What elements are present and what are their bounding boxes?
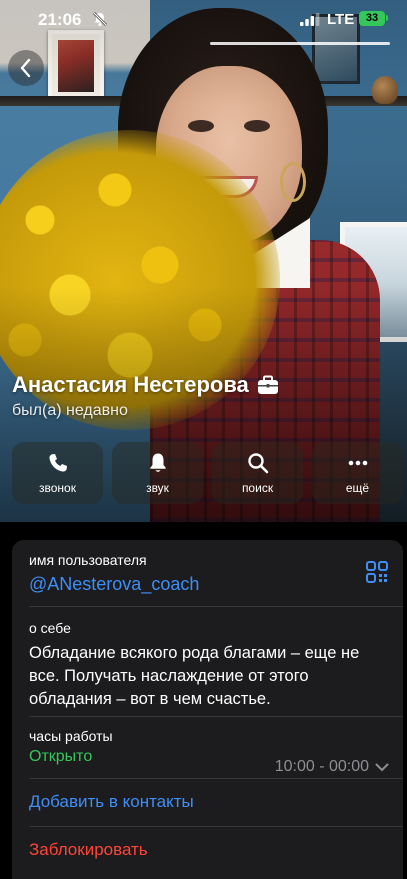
- more-label: ещё: [345, 481, 370, 495]
- work-hours-label: часы работы: [29, 728, 113, 744]
- status-time: 21:06: [38, 10, 82, 29]
- add-contact-button[interactable]: Добавить в контакты: [29, 792, 403, 812]
- back-button[interactable]: [8, 50, 44, 86]
- sound-label: звук: [146, 481, 169, 495]
- more-button[interactable]: ещё: [312, 442, 403, 504]
- profile-name: Анастасия Нестерова: [12, 372, 249, 397]
- network-type: LTE: [327, 11, 355, 28]
- phone-icon: [48, 454, 67, 472]
- info-card: имя пользователя @ANesterova_coach о себ…: [12, 540, 403, 879]
- about-label: о себе: [29, 620, 71, 636]
- chevron-left-icon: [20, 58, 31, 78]
- status-bar: 21:06 LTE 33: [0, 0, 407, 45]
- battery-icon: 33: [359, 11, 385, 26]
- username-row[interactable]: имя пользователя @ANesterova_coach: [29, 552, 403, 595]
- search-label: поиск: [241, 481, 274, 495]
- about-row[interactable]: о себе Обладание всякого рода благами – …: [29, 620, 403, 711]
- call-button[interactable]: звонок: [12, 442, 103, 504]
- about-text: Обладание всякого рода благами – еще не …: [29, 644, 360, 708]
- username-label: имя пользователя: [29, 552, 147, 568]
- work-hours-row[interactable]: часы работы Открыто 10:00 - 00:00: [29, 728, 403, 778]
- action-bar: звонок звук поиск ещё: [12, 442, 403, 504]
- call-label: звонок: [39, 481, 76, 495]
- block-button[interactable]: Заблокировать: [29, 840, 403, 860]
- bell-off-icon: [93, 12, 107, 26]
- search-button[interactable]: поиск: [212, 442, 303, 504]
- more-icon: [348, 460, 367, 466]
- top-indicator: [210, 42, 390, 45]
- signal-icon: [300, 13, 320, 26]
- chevron-down-icon: [375, 763, 389, 771]
- work-hours-value: 10:00 - 00:00: [275, 758, 389, 776]
- qr-code-icon[interactable]: [365, 560, 389, 584]
- search-icon: [247, 453, 268, 474]
- profile-header: Анастасия Нестерова: [12, 372, 279, 398]
- sound-button[interactable]: звук: [112, 442, 203, 504]
- bell-icon: [149, 453, 166, 472]
- briefcase-icon[interactable]: [257, 375, 279, 395]
- last-seen: был(а) недавно: [12, 402, 128, 419]
- hours-text: 10:00 - 00:00: [274, 758, 369, 775]
- username-link[interactable]: @ANesterova_coach: [29, 574, 403, 595]
